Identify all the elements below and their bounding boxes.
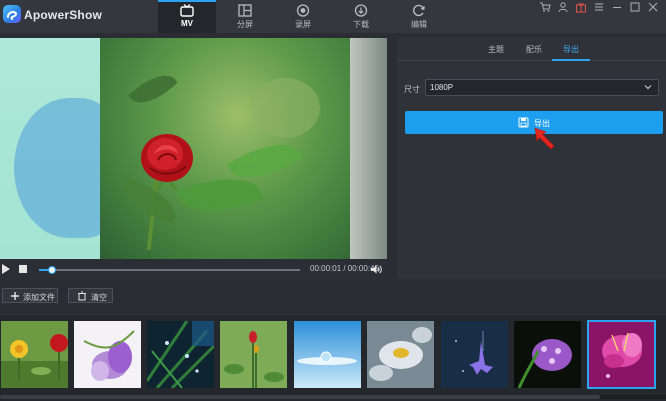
media-thumbnail[interactable] [74, 321, 141, 388]
nav-tab-edit[interactable]: 编辑 [390, 0, 448, 33]
settings-panel: 主题 配乐 导出 尺寸 1080P 导出 [397, 38, 666, 279]
time-display: 00:00:01 / 00:00:45 [310, 264, 379, 273]
media-action-bar: 添加文件 清空 [0, 283, 666, 310]
size-select-value: 1080P [430, 83, 454, 92]
player-controls: 00:00:01 / 00:00:45 [0, 259, 387, 279]
strip-scrollbar-thumb[interactable] [0, 395, 600, 399]
add-files-button[interactable]: 添加文件 [2, 288, 58, 303]
media-thumbnail-selected[interactable] [587, 320, 656, 389]
nav-tab-label: 分屏 [237, 20, 253, 29]
media-thumbnail[interactable] [147, 321, 214, 388]
trash-icon [78, 291, 86, 301]
nav-tab-label: 下载 [353, 20, 369, 29]
nav-tab-record[interactable]: 录屏 [274, 0, 332, 33]
chevron-down-icon [644, 85, 652, 90]
app-logo-icon [3, 5, 21, 23]
record-icon [296, 4, 310, 17]
plus-icon [11, 292, 19, 300]
save-icon [518, 117, 529, 128]
red-arrow-icon [534, 127, 555, 150]
nav-tab-split-screen[interactable]: 分屏 [216, 0, 274, 33]
add-files-label: 添加文件 [23, 293, 55, 302]
edit-refresh-icon [413, 4, 425, 17]
menu-icon[interactable] [592, 1, 606, 13]
cart-icon[interactable] [538, 1, 552, 13]
window-controls [538, 1, 660, 13]
close-icon[interactable] [646, 1, 660, 13]
media-thumbnail[interactable] [220, 321, 287, 388]
main-nav: MV 分屏 录屏 下载 编辑 [158, 0, 448, 33]
media-thumbnail[interactable] [1, 321, 68, 388]
split-screen-icon [238, 4, 252, 17]
size-label: 尺寸 [404, 85, 420, 94]
panel-tabs: 主题 配乐 导出 [397, 38, 666, 61]
nav-tab-mv[interactable]: MV [158, 0, 216, 33]
media-thumbnail[interactable] [514, 321, 581, 388]
media-thumbnail[interactable] [367, 321, 434, 388]
clear-button[interactable]: 清空 [68, 288, 113, 303]
play-icon[interactable] [2, 264, 10, 274]
active-tab-indicator [552, 59, 590, 61]
user-icon[interactable] [556, 1, 570, 13]
maximize-icon[interactable] [628, 1, 642, 13]
media-thumbnail[interactable] [441, 321, 508, 388]
nav-tab-label: 编辑 [411, 20, 427, 29]
tv-icon [180, 4, 194, 17]
rose-graphic [141, 134, 193, 191]
title-bar: ApowerShow MV 分屏 录屏 下载 编辑 [0, 0, 666, 33]
stop-icon[interactable] [19, 265, 27, 273]
strip-scrollbar[interactable] [0, 395, 666, 399]
tab-export[interactable]: 导出 [563, 44, 579, 55]
media-strip [0, 314, 666, 401]
nav-tab-download[interactable]: 下载 [332, 0, 390, 33]
preview-transition-right [350, 38, 387, 259]
tab-music[interactable]: 配乐 [526, 44, 542, 55]
progress-knob[interactable] [48, 266, 57, 274]
download-icon [354, 4, 368, 17]
gift-icon[interactable] [574, 1, 588, 13]
size-select[interactable]: 1080P [425, 79, 659, 96]
volume-icon[interactable] [370, 264, 382, 275]
app-name: ApowerShow [24, 8, 103, 22]
tab-theme[interactable]: 主题 [488, 44, 504, 55]
nav-tab-label: 录屏 [295, 20, 311, 29]
minimize-icon[interactable] [610, 1, 624, 13]
nav-tab-label: MV [181, 19, 193, 28]
clear-label: 清空 [91, 293, 107, 302]
video-preview[interactable] [0, 38, 387, 259]
progress-bar[interactable] [39, 266, 300, 274]
media-thumbnail[interactable] [294, 321, 361, 388]
